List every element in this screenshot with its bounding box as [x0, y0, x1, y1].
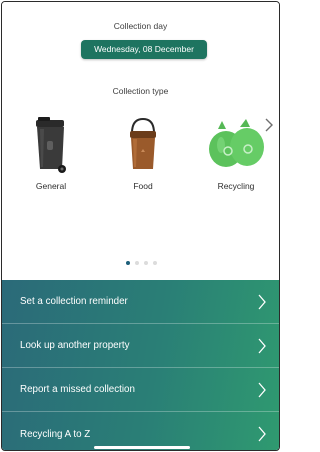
pagination-dot-active[interactable] [126, 261, 130, 265]
pagination-dot[interactable] [153, 261, 157, 265]
carousel-pagination [126, 261, 157, 265]
collection-type-label-food: Food [133, 181, 153, 191]
collection-type-label: Collection type [112, 86, 169, 96]
app-screen: Collection day Wednesday, 08 December Co… [1, 1, 280, 451]
menu-item-label: Look up another property [20, 340, 130, 351]
general-waste-bin-icon [36, 117, 66, 173]
menu-item-label: Set a collection reminder [20, 296, 128, 307]
menu-item-label: Report a missed collection [20, 384, 135, 395]
menu-item-look-up-property[interactable]: Look up another property [2, 324, 279, 368]
chevron-right-icon [258, 338, 266, 353]
recycling-bag-icon [209, 119, 264, 167]
menu-item-report-missed[interactable]: Report a missed collection [2, 368, 279, 412]
collection-date-badge: Wednesday, 08 December [81, 40, 207, 59]
chevron-right-icon [258, 382, 266, 397]
collection-day-label: Collection day [113, 21, 168, 31]
collection-type-label-general: General [35, 181, 67, 191]
food-caddy-icon [130, 117, 156, 169]
chevron-right-icon [258, 426, 266, 442]
pagination-dot[interactable] [135, 261, 139, 265]
collection-type-label-recycling: Recycling [217, 181, 255, 191]
collection-card: Collection day Wednesday, 08 December Co… [2, 2, 279, 280]
menu-item-set-reminder[interactable]: Set a collection reminder [2, 280, 279, 324]
collection-type-food[interactable]: Food [113, 117, 173, 191]
menu-item-label: Recycling A to Z [20, 428, 91, 440]
pagination-dot[interactable] [144, 261, 148, 265]
actions-menu: Set a collection reminder Look up anothe… [2, 280, 279, 450]
home-indicator[interactable] [94, 446, 190, 449]
collection-type-recycling[interactable]: Recycling [206, 117, 266, 191]
chevron-right-icon[interactable] [264, 118, 274, 132]
chevron-right-icon [258, 294, 266, 309]
collection-type-general[interactable]: General [21, 117, 81, 191]
